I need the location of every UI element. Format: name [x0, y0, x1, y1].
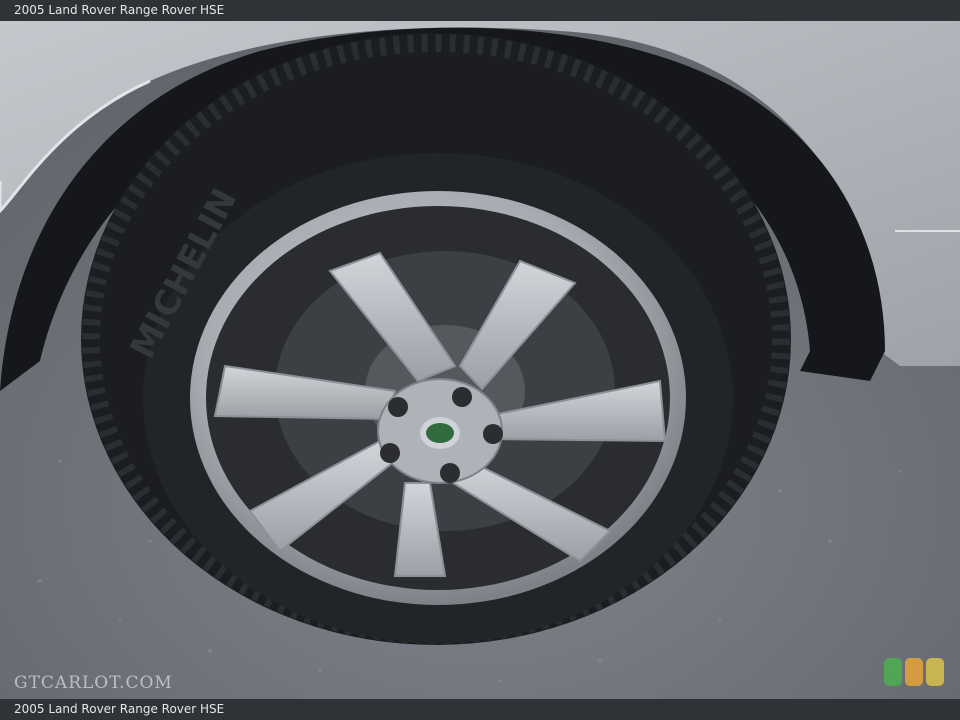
caption-top: 2005 Land Rover Range Rover HSE	[0, 0, 960, 21]
caption-bottom: 2005 Land Rover Range Rover HSE	[0, 699, 960, 720]
land-rover-logo-icon	[426, 423, 454, 443]
watermark: GTCARLOT.COM	[14, 673, 173, 693]
site-badge-icon	[884, 658, 946, 688]
wheel-photo: MICHELIN	[0, 21, 960, 699]
